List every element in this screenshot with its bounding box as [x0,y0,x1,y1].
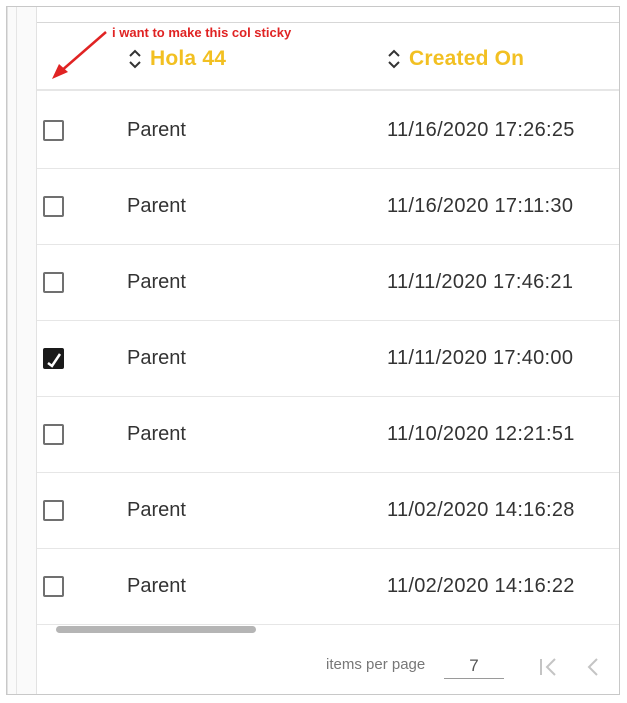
column-label: Hola 44 [150,47,227,70]
row-checkbox[interactable] [43,500,64,521]
cell-type: Parent [127,499,186,521]
row-checkbox-checked[interactable] [43,348,64,369]
row-checkbox[interactable] [43,424,64,445]
row-checkbox[interactable] [43,120,64,141]
first-page-icon[interactable] [538,656,562,678]
column-header-created-on[interactable]: Created On [387,47,524,71]
scrollbar-thumb[interactable] [56,626,256,633]
page-size-select[interactable]: 7 [444,656,504,679]
cell-type: Parent [127,195,186,217]
table-row[interactable]: Parent 11/02/2020 14:16:28 [37,473,619,549]
cell-type: Parent [127,271,186,293]
items-per-page-label: items per page [326,656,426,673]
table-row[interactable]: Parent 11/16/2020 17:11:30 [37,169,619,245]
annotation-arrow-icon [52,31,107,79]
cell-created-on: 11/10/2020 12:21:51 [387,423,575,445]
sort-icon [388,49,400,69]
cell-created-on: 11/11/2020 17:46:21 [387,271,574,293]
cell-created-on: 11/11/2020 17:40:00 [387,347,574,369]
row-checkbox[interactable] [43,576,64,597]
previous-page-icon[interactable] [582,656,606,678]
row-checkbox[interactable] [43,272,64,293]
cell-type: Parent [127,575,186,597]
cell-created-on: 11/02/2020 14:16:28 [387,499,575,521]
column-label: Created On [409,47,525,70]
cell-created-on: 11/02/2020 14:16:22 [387,575,575,597]
checkmark-icon [47,353,62,368]
cell-type: Parent [127,119,186,141]
table-row[interactable]: Parent 11/16/2020 17:26:25 [37,93,619,169]
annotation-text: i want to make this col sticky [112,25,292,40]
column-header-hola-44[interactable]: Hola 44 [128,47,226,71]
table-row[interactable]: Parent 11/11/2020 17:46:21 [37,245,619,321]
table-row[interactable]: Parent 11/02/2020 14:16:22 [37,549,619,625]
row-checkbox[interactable] [43,196,64,217]
table-row[interactable]: Parent 11/11/2020 17:40:00 [37,321,619,397]
table-row[interactable]: Parent 11/10/2020 12:21:51 [37,397,619,473]
left-side-panel [7,7,37,694]
cell-created-on: 11/16/2020 17:26:25 [387,119,575,141]
cell-type: Parent [127,347,186,369]
cell-created-on: 11/16/2020 17:11:30 [387,195,574,217]
cell-type: Parent [127,423,186,445]
sort-icon [129,49,141,69]
